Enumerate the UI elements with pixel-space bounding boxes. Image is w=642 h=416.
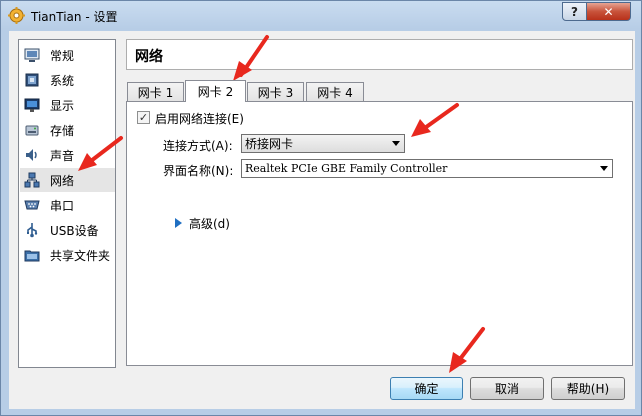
sidebar-item-audio[interactable]: 声音: [20, 143, 115, 167]
general-icon: [23, 46, 41, 64]
tab-adapter-2[interactable]: 网卡 2: [185, 80, 246, 102]
interface-name-select[interactable]: Realtek PCIe GBE Family Controller: [241, 159, 613, 178]
enable-adapter-checkbox[interactable]: ✓: [137, 111, 150, 124]
page-title: 网络: [135, 49, 163, 65]
attached-to-select[interactable]: 桥接网卡: [241, 134, 405, 153]
ok-button[interactable]: 确定: [390, 377, 463, 400]
question-icon: ?: [571, 4, 578, 19]
sidebar-item-label: USB设备: [50, 223, 99, 238]
sidebar-item-display[interactable]: 显示: [20, 93, 115, 117]
enable-adapter-label: 启用网络连接(E): [155, 112, 244, 126]
gear-icon: [8, 7, 25, 24]
tab-label: 网卡 4: [317, 85, 353, 100]
page-header: 网络: [126, 39, 633, 70]
ok-button-label: 确定: [414, 382, 439, 396]
dialog-body: 常规 系统 显示 存储 声音 网络 串口 USB设备 共享文件夹 网络 网卡 1…: [9, 31, 635, 409]
audio-icon: [23, 146, 41, 164]
system-icon: [23, 71, 41, 89]
close-button[interactable]: ✕: [586, 2, 631, 21]
sidebar-item-label: 显示: [50, 98, 75, 113]
interface-name-label: 界面名称(N):: [163, 164, 234, 178]
attached-to-value: 桥接网卡: [245, 137, 294, 151]
tab-label: 网卡 2: [197, 85, 234, 99]
display-icon: [23, 96, 41, 114]
sidebar-item-network[interactable]: 网络: [20, 168, 115, 192]
cancel-button-label: 取消: [494, 382, 519, 396]
tab-label: 网卡 1: [137, 85, 174, 100]
chevron-down-icon: [600, 166, 608, 171]
storage-icon: [23, 121, 41, 139]
sidebar-item-label: 存储: [50, 123, 75, 138]
help-button[interactable]: 帮助(H): [551, 377, 625, 400]
title-bar[interactable]: TianTian - 设置 ? ✕: [1, 1, 641, 31]
sidebar-item-system[interactable]: 系统: [20, 68, 115, 92]
sidebar-item-shared-folders[interactable]: 共享文件夹: [20, 243, 115, 267]
tab-adapter-3[interactable]: 网卡 3: [247, 82, 304, 101]
window-title: TianTian - 设置: [31, 10, 118, 24]
serial-port-icon: [23, 196, 41, 214]
settings-sidebar: 常规 系统 显示 存储 声音 网络 串口 USB设备 共享文件夹: [18, 39, 116, 368]
tab-adapter-1[interactable]: 网卡 1: [127, 82, 184, 101]
check-icon: ✓: [138, 111, 149, 124]
attached-to-label: 连接方式(A):: [163, 139, 233, 153]
usb-icon: [23, 221, 41, 239]
adapter-panel: ✓ 启用网络连接(E) 连接方式(A): 桥接网卡 界面名称(N): Realt…: [126, 101, 633, 366]
sidebar-item-label: 系统: [50, 73, 75, 88]
sidebar-item-general[interactable]: 常规: [20, 43, 115, 67]
tab-label: 网卡 3: [257, 85, 294, 100]
close-icon: ✕: [603, 4, 614, 19]
sidebar-item-usb[interactable]: USB设备: [20, 218, 115, 242]
cancel-button[interactable]: 取消: [470, 377, 544, 400]
chevron-down-icon: [392, 141, 400, 146]
title-help-button[interactable]: ?: [562, 2, 587, 21]
settings-window: TianTian - 设置 ? ✕ 常规 系统 显示 存储 声音 网络 串口 U…: [0, 0, 642, 416]
shared-folder-icon: [23, 246, 41, 264]
help-button-label: 帮助(H): [566, 382, 610, 396]
sidebar-item-label: 串口: [50, 198, 75, 213]
tab-adapter-4[interactable]: 网卡 4: [306, 82, 364, 101]
sidebar-item-label: 声音: [50, 148, 75, 163]
advanced-toggle[interactable]: 高级(d): [189, 215, 230, 232]
network-icon: [23, 171, 41, 189]
interface-name-value: Realtek PCIe GBE Family Controller: [245, 162, 448, 175]
sidebar-item-serial-port[interactable]: 串口: [20, 193, 115, 217]
sidebar-item-label: 共享文件夹: [50, 248, 111, 263]
expand-arrow-icon[interactable]: [175, 218, 182, 228]
sidebar-item-label: 网络: [50, 173, 75, 188]
sidebar-item-storage[interactable]: 存储: [20, 118, 115, 142]
sidebar-item-label: 常规: [50, 48, 75, 63]
